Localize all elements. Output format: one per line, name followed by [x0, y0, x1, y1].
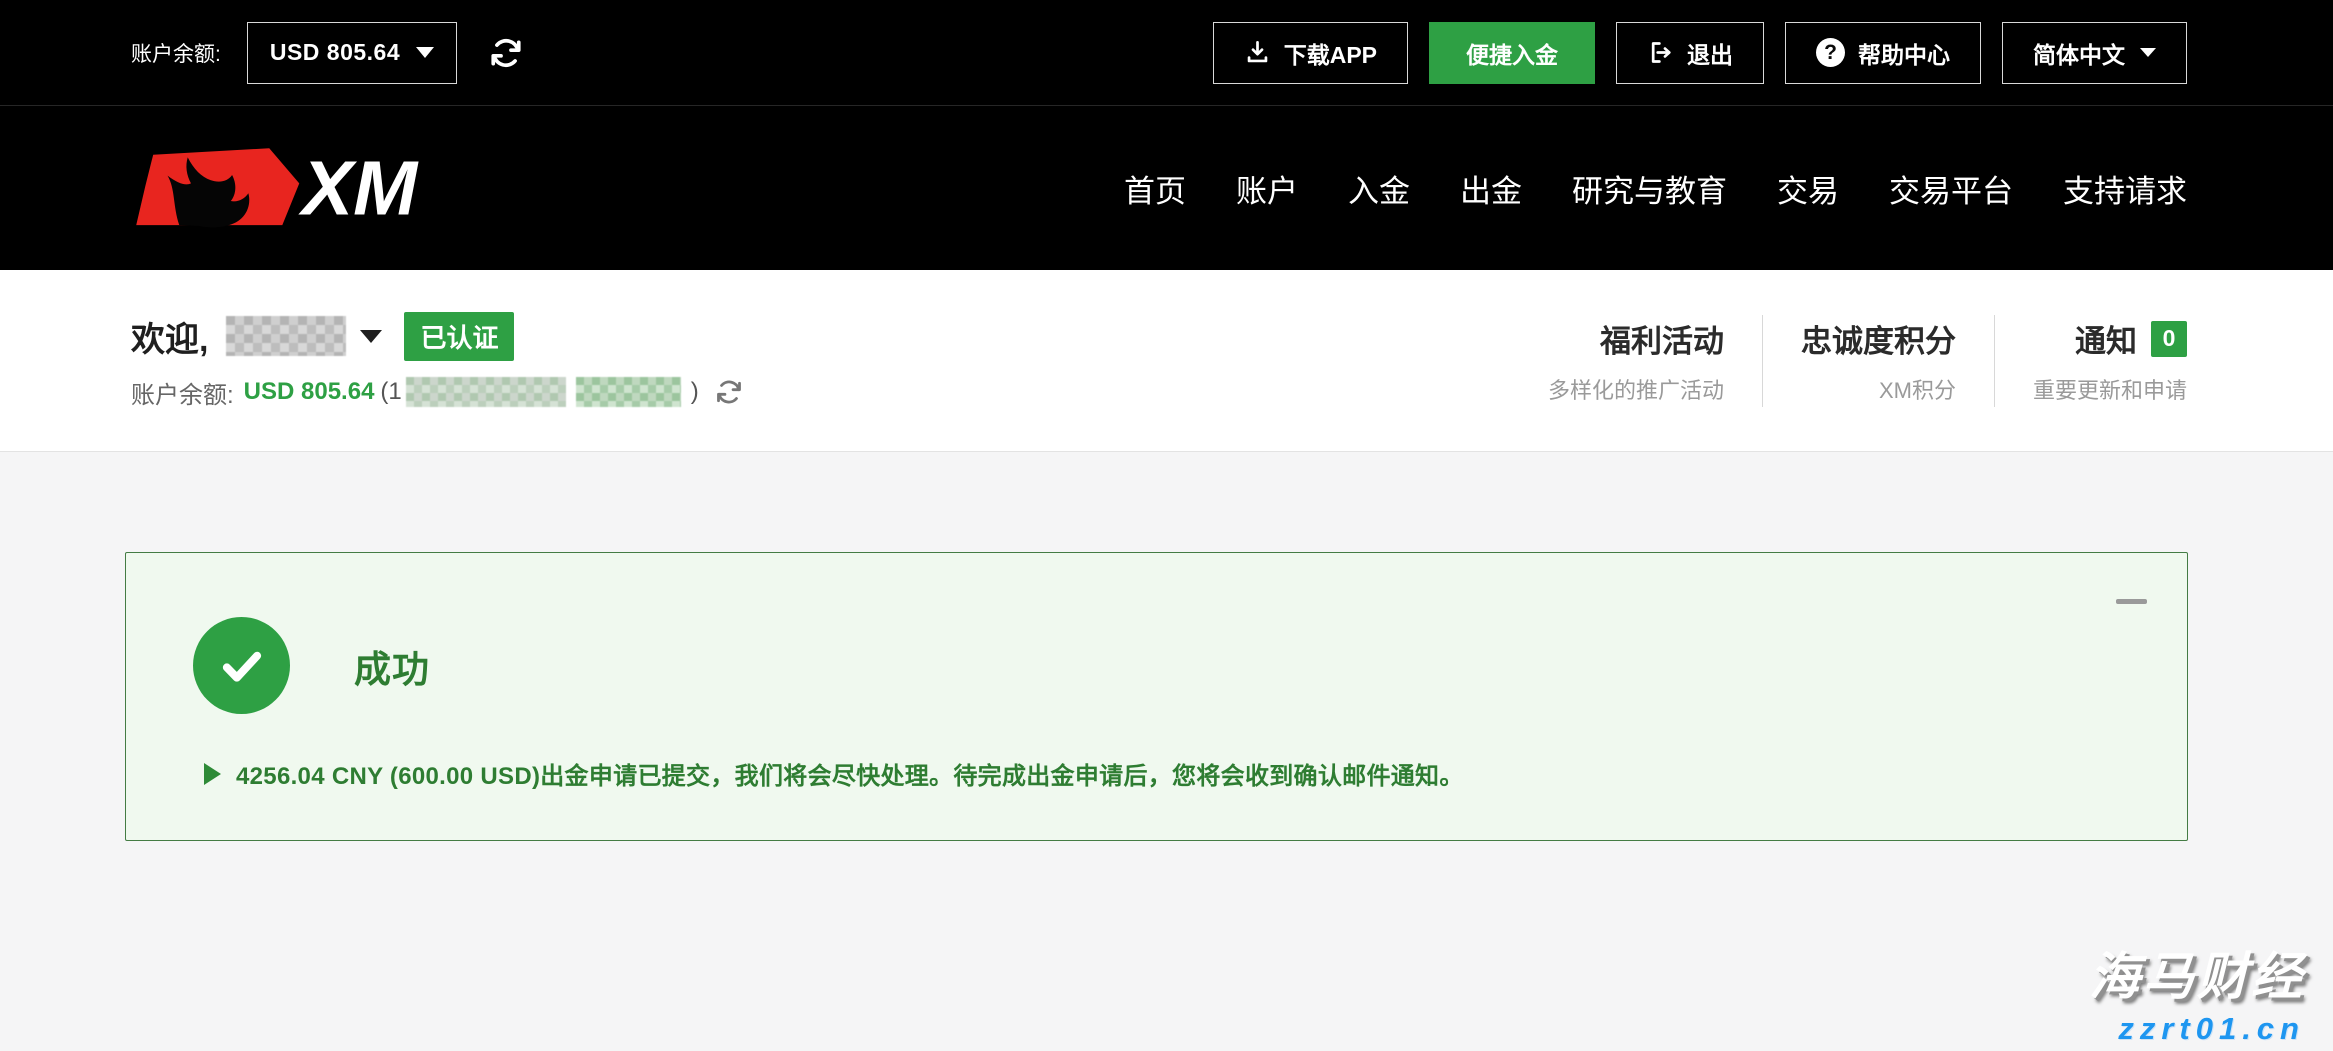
masked-account-number — [406, 377, 566, 407]
success-title: 成功 — [354, 639, 430, 693]
top-utility-bar: 账户余额: USD 805.64 下载APP 便捷入金 退出 ? 帮助中心 — [0, 0, 2333, 105]
success-alert-panel: 成功 4256.04 CNY (600.00 USD)出金申请已提交，我们将会尽… — [125, 552, 2188, 841]
account-balance-label: 账户余额: — [131, 38, 221, 68]
welcome-strip: 欢迎, 已认证 账户余额: USD 805.64 (1 ) 福利活动 多样化的推… — [0, 270, 2333, 452]
top-action-buttons: 下载APP 便捷入金 退出 ? 帮助中心 简体中文 — [1213, 22, 2187, 84]
nav-menu: 首页 账户 入金 出金 研究与教育 交易 交易平台 支持请求 — [1124, 166, 2187, 211]
account-number-close: ) — [691, 378, 699, 406]
bullet-triangle-icon — [204, 763, 221, 785]
welcome-quick-links: 福利活动 多样化的推广活动 忠诚度积分 XM积分 通知 0 重要更新和申请 — [1510, 315, 2187, 407]
help-center-button[interactable]: ? 帮助中心 — [1785, 22, 1981, 84]
account-number-open: (1 — [380, 378, 401, 406]
watermark-url: zzrt01.cn — [2089, 1011, 2305, 1047]
link-loyalty-points[interactable]: 忠诚度积分 XM积分 — [1763, 316, 1994, 405]
nav-item-platforms[interactable]: 交易平台 — [1889, 166, 2013, 211]
download-app-button[interactable]: 下载APP — [1213, 22, 1408, 84]
refresh-balance-button[interactable] — [489, 36, 523, 70]
masked-account-label — [576, 377, 681, 407]
nav-item-support[interactable]: 支持请求 — [2063, 166, 2187, 211]
refresh-icon — [489, 36, 523, 70]
watermark-brand: 海马财经 — [2089, 935, 2305, 1009]
main-navigation-bar: XM 首页 账户 入金 出金 研究与教育 交易 交易平台 支持请求 — [0, 105, 2333, 270]
refresh-account-balance-button[interactable] — [715, 378, 743, 406]
nav-item-accounts[interactable]: 账户 — [1236, 166, 1298, 211]
nav-item-withdraw[interactable]: 出金 — [1460, 166, 1522, 211]
welcome-greeting: 欢迎, — [131, 312, 208, 361]
success-check-icon — [193, 617, 290, 714]
xm-logo[interactable]: XM — [131, 145, 431, 231]
link-promotions[interactable]: 福利活动 多样化的推广活动 — [1510, 316, 1762, 405]
account-switcher-chevron-icon[interactable] — [360, 330, 382, 343]
nav-item-home[interactable]: 首页 — [1124, 166, 1186, 211]
chevron-down-icon — [416, 47, 434, 58]
site-watermark: 海马财经 zzrt01.cn — [2089, 935, 2305, 1047]
balance-label: 账户余额: — [131, 375, 234, 410]
notification-count-badge: 0 — [2151, 321, 2187, 357]
logout-icon — [1647, 39, 1674, 66]
chevron-down-icon — [2140, 48, 2156, 57]
masked-username — [226, 316, 346, 356]
language-dropdown[interactable]: 简体中文 — [2002, 22, 2187, 84]
question-mark-icon: ? — [1816, 38, 1845, 67]
link-notifications[interactable]: 通知 0 重要更新和申请 — [1995, 316, 2187, 405]
collapse-panel-button[interactable] — [2116, 599, 2147, 604]
xm-logo-text: XM — [298, 146, 419, 231]
easy-deposit-button[interactable]: 便捷入金 — [1429, 22, 1595, 84]
main-content: 成功 4256.04 CNY (600.00 USD)出金申请已提交，我们将会尽… — [0, 452, 2333, 1051]
nav-item-deposit[interactable]: 入金 — [1348, 166, 1410, 211]
balance-amount: USD 805.64 — [244, 378, 375, 406]
nav-item-trading[interactable]: 交易 — [1777, 166, 1839, 211]
refresh-icon — [715, 378, 743, 406]
nav-item-research-education[interactable]: 研究与教育 — [1572, 166, 1727, 211]
download-icon — [1244, 39, 1271, 66]
withdrawal-confirmation-message: 4256.04 CNY (600.00 USD)出金申请已提交，我们将会尽快处理… — [236, 756, 1464, 791]
logout-button[interactable]: 退出 — [1616, 22, 1764, 84]
verified-status-badge: 已认证 — [404, 312, 514, 361]
balance-value: USD 805.64 — [270, 39, 400, 66]
balance-currency-dropdown[interactable]: USD 805.64 — [247, 22, 457, 84]
